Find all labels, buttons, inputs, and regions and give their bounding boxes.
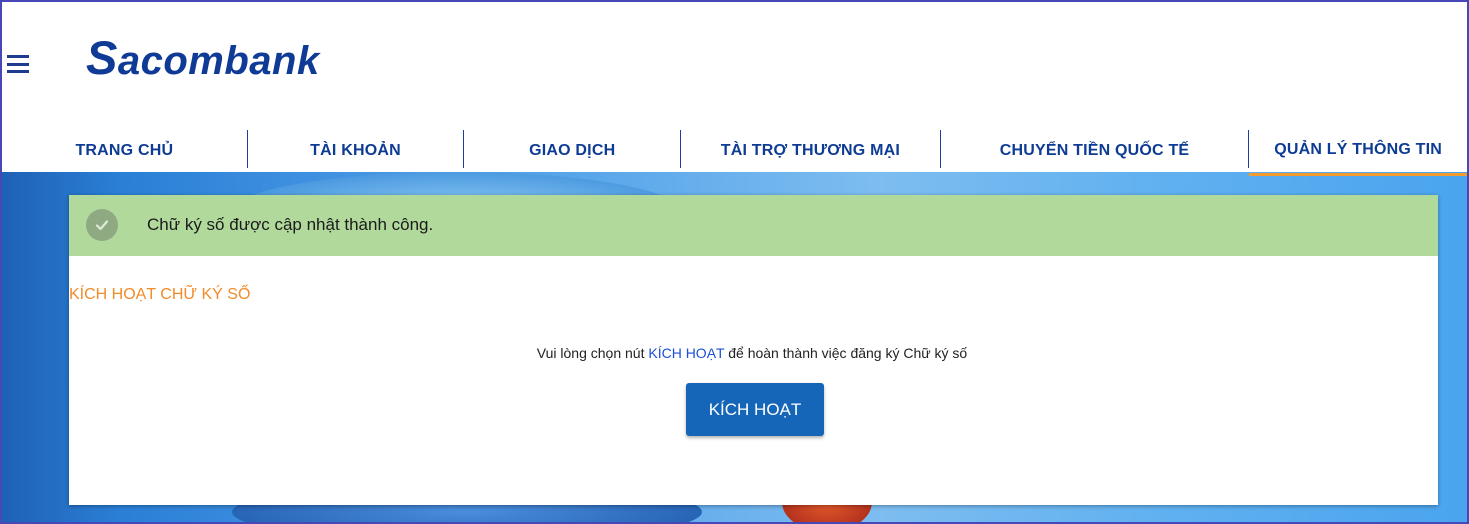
instruction-text: Vui lòng chọn nút KÍCH HOẠT để hoàn thàn… bbox=[69, 345, 1438, 361]
app-window: Sacombank TRANG CHỦ TÀI KHOẢN GIAO DỊCH … bbox=[0, 0, 1469, 524]
instruction-before: Vui lòng chọn nút bbox=[536, 345, 649, 361]
nav-item-tai-khoan[interactable]: TÀI KHOẢN bbox=[248, 126, 464, 176]
header: Sacombank bbox=[2, 2, 1467, 112]
section-title: KÍCH HOẠT CHỮ KÝ SỐ bbox=[69, 286, 251, 303]
instruction-highlight: KÍCH HOẠT bbox=[648, 345, 725, 361]
nav-label: TÀI TRỢ THƯƠNG MẠI bbox=[720, 142, 901, 159]
success-alert: Chữ ký số được cập nhật thành công. bbox=[69, 195, 1438, 256]
nav-item-trang-chu[interactable]: TRANG CHỦ bbox=[2, 126, 247, 176]
nav-label: TÀI KHOẢN bbox=[310, 142, 401, 159]
nav-label: QUẢN LÝ THÔNG TIN bbox=[1274, 140, 1443, 158]
check-circle-icon bbox=[86, 209, 118, 241]
sacombank-logo[interactable]: Sacombank bbox=[86, 30, 320, 85]
nav-label: CHUYỂN TIỀN QUỐC TẾ bbox=[999, 142, 1190, 159]
nav-item-tai-tro-thuong-mai[interactable]: TÀI TRỢ THƯƠNG MẠI bbox=[681, 126, 940, 176]
nav-item-giao-dich[interactable]: GIAO DỊCH bbox=[464, 126, 680, 176]
activate-button[interactable]: KÍCH HOẠT bbox=[686, 383, 824, 436]
nav-item-chuyen-tien-quoc-te[interactable]: CHUYỂN TIỀN QUỐC TẾ bbox=[941, 126, 1249, 176]
nav-label: GIAO DỊCH bbox=[529, 142, 616, 159]
nav-label: TRANG CHỦ bbox=[75, 142, 174, 159]
main-nav: TRANG CHỦ TÀI KHOẢN GIAO DỊCH TÀI TRỢ TH… bbox=[2, 126, 1467, 176]
alert-message: Chữ ký số được cập nhật thành công. bbox=[147, 215, 434, 234]
hamburger-menu-icon[interactable] bbox=[7, 55, 29, 73]
content-panel: Chữ ký số được cập nhật thành công. KÍCH… bbox=[69, 195, 1438, 505]
instruction-after: để hoàn thành việc đăng ký Chữ ký số bbox=[724, 345, 968, 361]
nav-item-quan-ly-thong-tin[interactable]: QUẢN LÝ THÔNG TIN bbox=[1249, 126, 1467, 176]
